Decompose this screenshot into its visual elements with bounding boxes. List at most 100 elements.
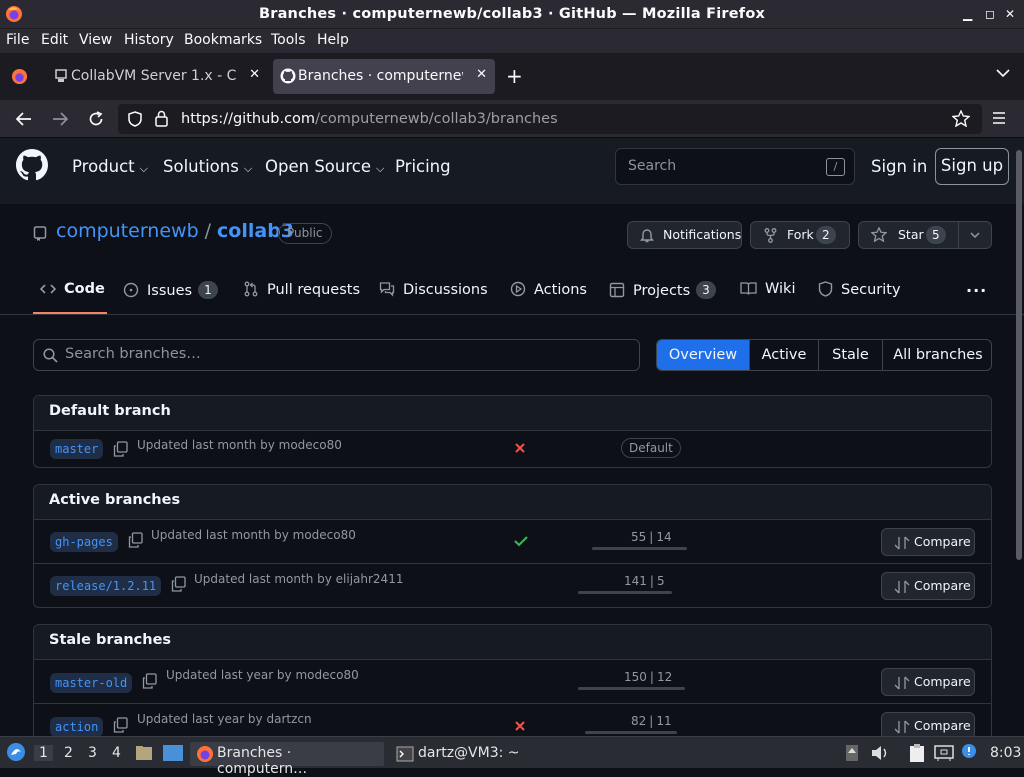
ahead-behind-bar [592, 547, 687, 550]
filter-overview[interactable]: Overview [657, 340, 749, 370]
nav-open-source[interactable]: Open Source ⌵ [265, 157, 384, 176]
branch-search-input[interactable]: Search branches… [33, 339, 640, 371]
nav-product[interactable]: Product ⌵ [72, 157, 148, 176]
sign-in-link[interactable]: Sign in [871, 157, 927, 176]
repo-icon [33, 226, 47, 242]
menu-tools[interactable]: Tools [271, 32, 306, 48]
star-dropdown-icon[interactable] [970, 232, 980, 238]
fail-x-icon[interactable] [514, 720, 526, 732]
star-icon [871, 227, 887, 242]
tab-close-icon[interactable]: ✕ [476, 67, 487, 82]
workspace-3[interactable]: 3 [88, 745, 97, 761]
chevron-down-icon: ⌵ [139, 162, 148, 175]
notifications-button[interactable]: Notifications [627, 221, 742, 249]
more-tabs-icon[interactable]: ··· [966, 281, 987, 300]
copy-icon[interactable] [171, 576, 186, 592]
tab-pull-requests[interactable]: Pull requests [243, 281, 360, 298]
tracking-shield-icon[interactable] [128, 111, 142, 127]
default-badge: Default [621, 438, 681, 458]
branch-row: master Updated last month by modeco80 De… [34, 431, 991, 467]
github-search-input[interactable]: Search / [615, 148, 855, 185]
lock-icon[interactable] [155, 110, 168, 127]
tab-actions[interactable]: Actions [510, 281, 587, 298]
notification-icon[interactable] [961, 743, 977, 759]
workspace-2[interactable]: 2 [64, 745, 73, 761]
network-up-icon[interactable] [845, 744, 859, 762]
github-logo-icon[interactable] [16, 149, 48, 181]
menu-view[interactable]: View [79, 32, 112, 48]
sign-up-button[interactable]: Sign up [935, 148, 1009, 185]
menu-edit[interactable]: Edit [41, 32, 68, 48]
collabvm-favicon-icon [54, 69, 68, 83]
url-text: https://github.com/computernewb/collab3/… [181, 111, 558, 127]
maximize-icon[interactable]: ◻ [985, 7, 995, 21]
tab-close-icon[interactable]: ✕ [249, 67, 260, 82]
network-icon[interactable] [934, 744, 954, 762]
new-tab-icon[interactable]: + [506, 64, 523, 88]
tab-code[interactable]: Code [40, 281, 105, 297]
menu-history[interactable]: History [124, 32, 174, 48]
branch-name-link[interactable]: gh-pages [50, 532, 118, 552]
app-menu-icon[interactable] [992, 112, 1006, 124]
show-desktop-icon[interactable] [162, 744, 184, 762]
star-button[interactable]: Star 5 [858, 221, 992, 249]
back-icon[interactable] [15, 111, 32, 127]
menu-help[interactable]: Help [317, 32, 349, 48]
compare-icon [894, 536, 910, 550]
tab-issues[interactable]: Issues 1 [123, 281, 218, 299]
menu-file[interactable]: File [6, 32, 29, 48]
tab-wiki[interactable]: Wiki [740, 281, 795, 297]
copy-icon[interactable] [128, 532, 143, 548]
tab-branches[interactable]: Branches · computernewb ✕ [273, 59, 495, 94]
branch-name-link[interactable]: master-old [50, 673, 133, 693]
compare-button[interactable]: Compare [881, 528, 975, 556]
compare-button[interactable]: Compare [881, 572, 975, 600]
search-shortcut-key: / [826, 158, 845, 176]
start-menu-icon[interactable] [6, 742, 26, 762]
check-icon[interactable] [514, 535, 528, 547]
clipboard-icon[interactable] [908, 743, 926, 763]
repo-owner-link[interactable]: computernewb [56, 220, 199, 242]
address-bar[interactable]: https://github.com/computernewb/collab3/… [118, 104, 982, 134]
bookmark-star-icon[interactable] [952, 110, 970, 127]
copy-icon[interactable] [113, 717, 128, 733]
tab-collabvm[interactable]: CollabVM Server 1.x - Co ✕ [46, 59, 268, 94]
filter-stale[interactable]: Stale [818, 340, 882, 370]
workspace-1[interactable]: 1 [34, 745, 53, 761]
nav-pricing[interactable]: Pricing [395, 157, 451, 176]
branch-name-link[interactable]: release/1.2.11 [50, 576, 162, 596]
menu-bookmarks[interactable]: Bookmarks [184, 32, 262, 48]
branch-name-link[interactable]: master [50, 439, 104, 459]
fork-button[interactable]: Fork 2 [750, 221, 850, 249]
tab-discussions[interactable]: Discussions [379, 281, 488, 298]
forward-icon[interactable] [52, 111, 69, 127]
copy-icon[interactable] [142, 673, 157, 689]
github-favicon-icon [280, 68, 296, 84]
volume-icon[interactable] [871, 745, 889, 761]
taskbar-window-firefox[interactable]: Branches · computern… [190, 742, 384, 777]
filter-all-branches[interactable]: All branches [882, 340, 991, 370]
tab-bar: CollabVM Server 1.x - Co ✕ Branches · co… [0, 53, 1024, 100]
branch-filter-tabs: Overview Active Stale All branches [656, 339, 992, 371]
taskbar-window-terminal[interactable]: dartz@VM3: ~ [390, 742, 540, 766]
list-tabs-icon[interactable] [996, 68, 1010, 78]
ahead-behind-bar [585, 731, 677, 734]
minimize-icon[interactable]: ▁ [963, 7, 972, 21]
compare-button[interactable]: Compare [881, 668, 975, 696]
nav-solutions[interactable]: Solutions ⌵ [163, 157, 252, 176]
copy-icon[interactable] [113, 441, 128, 457]
firefox-view-icon[interactable] [11, 68, 28, 85]
file-manager-icon[interactable] [135, 744, 153, 762]
reload-icon[interactable] [88, 111, 104, 127]
behind-count: 150 [624, 670, 647, 684]
filter-active[interactable]: Active [749, 340, 818, 370]
page-scrollbar[interactable] [1016, 150, 1022, 560]
fail-x-icon[interactable] [514, 442, 526, 454]
tab-projects[interactable]: Projects 3 [609, 281, 716, 299]
workspace-4[interactable]: 4 [112, 745, 121, 761]
ahead-behind-count: 141 | 5 [624, 574, 665, 588]
branch-name-link[interactable]: action [50, 717, 104, 737]
close-window-icon[interactable]: ✕ [1005, 7, 1015, 21]
branch-row: master-old Updated last year by modeco80… [34, 660, 991, 704]
tab-security[interactable]: Security [818, 281, 901, 298]
